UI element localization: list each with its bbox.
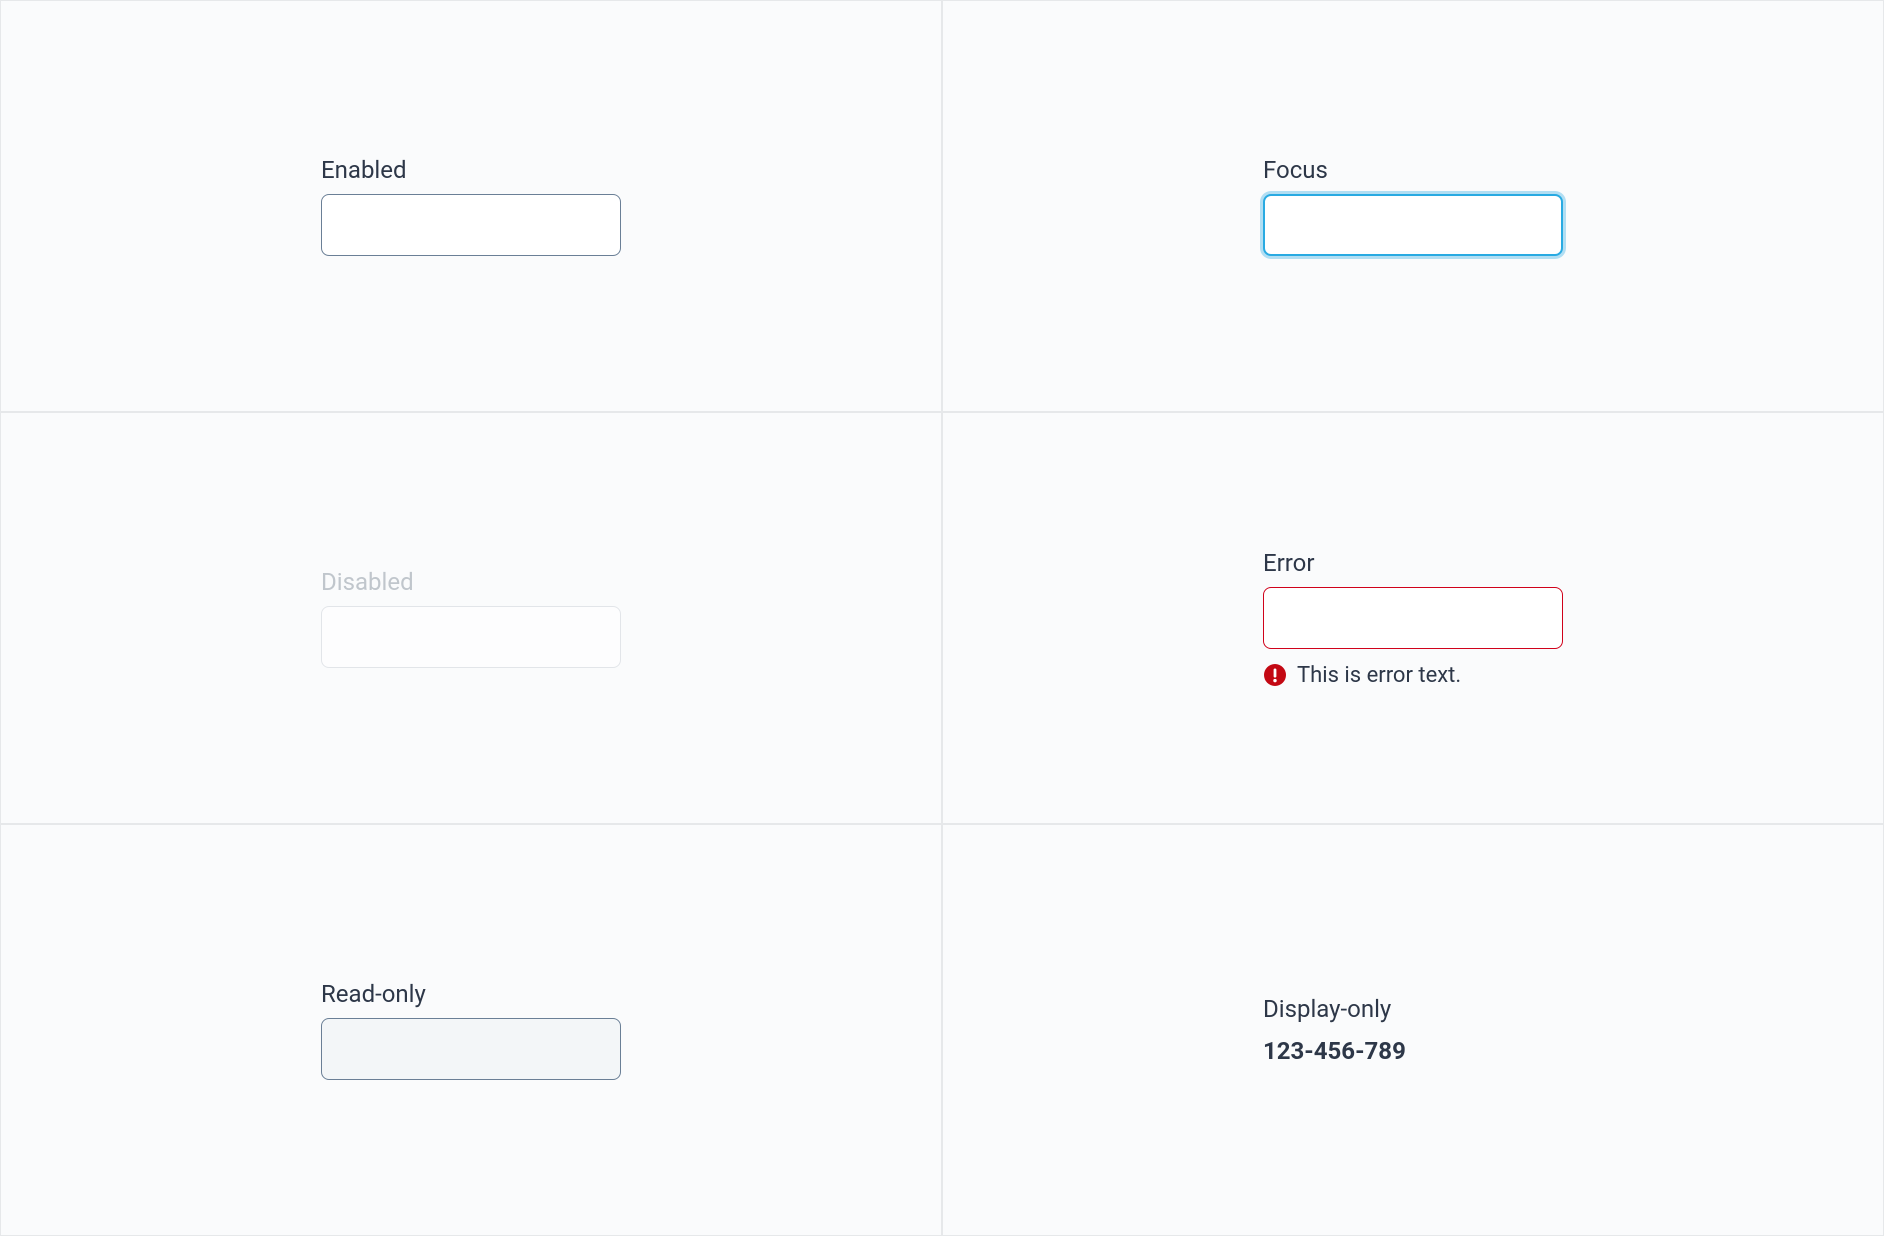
cell-readonly: Read-only [0, 824, 942, 1236]
input-focus[interactable] [1263, 194, 1563, 256]
input-readonly [321, 1018, 621, 1080]
label-enabled: Enabled [321, 156, 941, 184]
label-focus: Focus [1263, 156, 1883, 184]
input-error[interactable] [1263, 587, 1563, 649]
error-message-row: This is error text. [1263, 663, 1883, 688]
label-error: Error [1263, 549, 1883, 577]
cell-error: Error This is error text. [942, 412, 1884, 824]
input-enabled[interactable] [321, 194, 621, 256]
label-readonly: Read-only [321, 980, 941, 1008]
cell-focus: Focus [942, 0, 1884, 412]
error-message-text: This is error text. [1297, 663, 1461, 688]
cell-enabled: Enabled [0, 0, 942, 412]
error-icon [1263, 663, 1287, 687]
cell-display-only: Display-only 123-456-789 [942, 824, 1884, 1236]
label-display-only: Display-only [1263, 995, 1883, 1023]
label-disabled: Disabled [321, 568, 941, 596]
input-disabled [321, 606, 621, 668]
cell-disabled: Disabled [0, 412, 942, 824]
display-only-value: 123-456-789 [1263, 1037, 1883, 1065]
states-grid: Enabled Focus Disabled Error This is err… [0, 0, 1884, 1236]
